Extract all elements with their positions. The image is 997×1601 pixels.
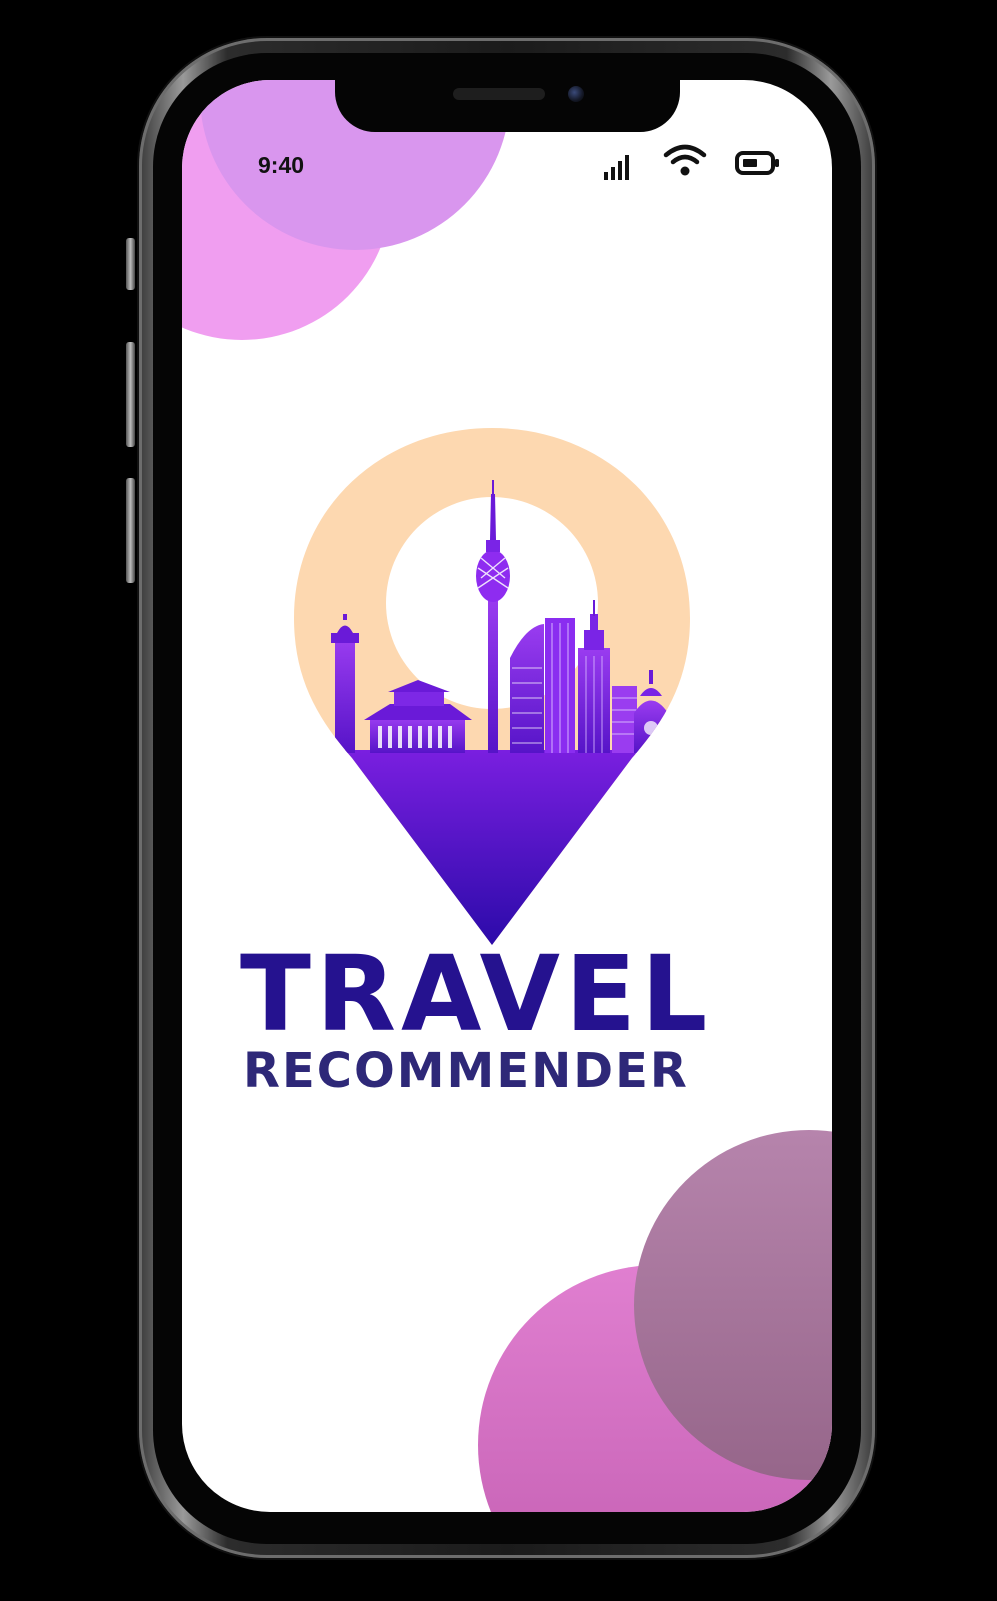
stage: 9:40 TRAVEL RECOMMENDER [0,0,997,1601]
status-time: 9:40 [258,152,305,178]
volume-down-button [126,478,135,583]
app-subtitle: RECOMMENDER [243,1043,689,1099]
phone-notch [335,72,680,132]
mute-switch [126,238,135,290]
battery-icon [735,151,779,175]
wifi-icon [663,144,707,176]
app-title: TRAVEL [240,933,713,1055]
signal-bars-icon [604,155,629,180]
volume-up-button [126,342,135,447]
front-camera [568,86,584,102]
earpiece-speaker [453,88,545,100]
map-pin-skyline-icon [294,428,690,945]
